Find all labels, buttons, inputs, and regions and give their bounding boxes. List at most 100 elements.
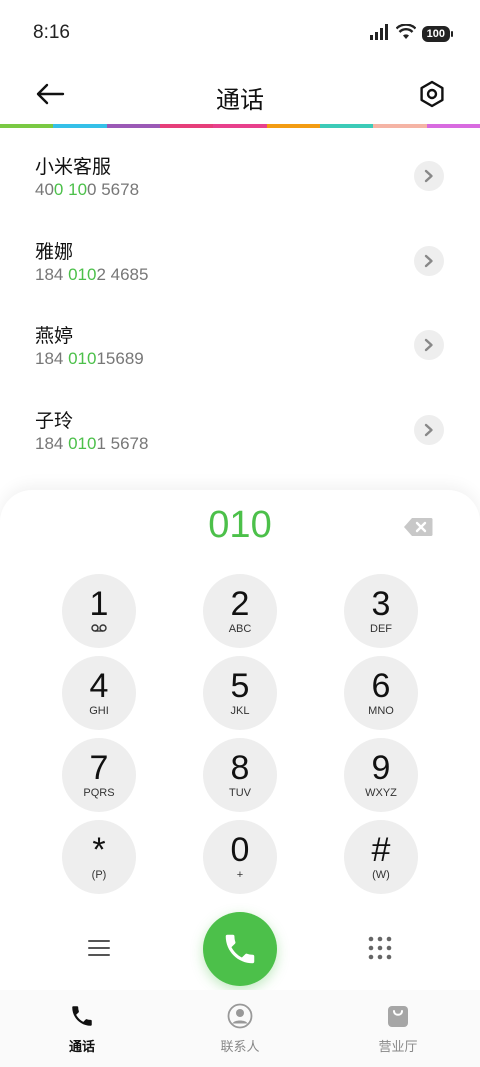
key-digit: * bbox=[92, 830, 106, 869]
contact-detail-button[interactable] bbox=[414, 414, 444, 445]
contact-number: 184 0102 4685 bbox=[35, 265, 148, 285]
number-match-highlight: 010 bbox=[68, 349, 97, 368]
color-strip-segment bbox=[266, 124, 320, 128]
key-digit: 9 bbox=[371, 748, 391, 787]
key-letters: + bbox=[236, 868, 244, 881]
number-segment: 15689 bbox=[96, 349, 144, 368]
tab-service-hall[interactable]: 营业厅 bbox=[348, 1002, 448, 1055]
key-digit: 5 bbox=[230, 666, 250, 705]
key-letters: GHI bbox=[89, 704, 109, 717]
key-letters: JKL bbox=[230, 704, 250, 717]
tab-calls[interactable]: 通话 bbox=[32, 1002, 132, 1055]
chevron-right-icon bbox=[424, 423, 433, 436]
color-strip-segment bbox=[319, 124, 374, 128]
tab-label: 联系人 bbox=[220, 1040, 260, 1055]
color-strip-segment bbox=[53, 124, 107, 128]
backspace-button[interactable] bbox=[400, 514, 436, 540]
key-letters: (W) bbox=[372, 868, 390, 881]
phone-icon bbox=[225, 934, 255, 964]
wifi-icon bbox=[395, 23, 416, 44]
contact-icon bbox=[226, 1002, 254, 1030]
results-list: 小米客服 400 100 5678 雅娜 184 0102 4685 燕婷 184 010… bbox=[0, 132, 480, 470]
page-title: 通话 bbox=[216, 86, 264, 114]
dial-key-4[interactable]: 4 GHI bbox=[62, 656, 136, 730]
contact-name: 燕婷 bbox=[35, 325, 74, 347]
dial-key-0[interactable]: 0 + bbox=[203, 820, 277, 894]
shopping-bag-icon bbox=[384, 1002, 412, 1030]
key-letters: MNO bbox=[368, 704, 394, 717]
key-letters: WXYZ bbox=[365, 786, 397, 799]
color-strip-segment bbox=[0, 124, 54, 128]
contact-detail-button[interactable] bbox=[414, 330, 444, 360]
keypad-toggle-button[interactable] bbox=[366, 934, 394, 962]
phone-icon bbox=[68, 1002, 96, 1030]
dialpad-grid-icon bbox=[368, 936, 392, 960]
contact-number: 184 0101 5678 bbox=[35, 434, 148, 454]
signal-icon bbox=[369, 24, 390, 44]
number-segment: 1 5678 bbox=[96, 433, 149, 453]
dialpad-actions bbox=[0, 910, 480, 986]
contact-detail-button[interactable] bbox=[414, 161, 444, 191]
key-letters: TUV bbox=[229, 786, 251, 799]
number-segment: 184 bbox=[35, 264, 69, 284]
voicemail-icon bbox=[91, 623, 107, 636]
tab-label: 营业厅 bbox=[378, 1040, 418, 1055]
contact-result-item[interactable]: 子玲 184 0101 5678 bbox=[0, 386, 480, 471]
dial-key-5[interactable]: 5 JKL bbox=[203, 656, 277, 730]
key-digit: 6 bbox=[371, 666, 391, 705]
dial-key-1[interactable]: 1 bbox=[62, 574, 136, 648]
color-strip-segment bbox=[213, 124, 267, 128]
key-letters: PQRS bbox=[83, 786, 115, 799]
status-icons: 100 bbox=[369, 23, 454, 44]
number-match-highlight: 10 bbox=[68, 180, 88, 199]
number-segment: 0 5678 bbox=[87, 180, 140, 199]
contact-name: 子玲 bbox=[35, 409, 74, 432]
battery-indicator: 100 bbox=[421, 26, 454, 42]
key-letters: ABC bbox=[228, 622, 252, 635]
key-letters: DEF bbox=[370, 622, 392, 635]
tab-label: 通话 bbox=[68, 1040, 95, 1055]
chevron-right-icon bbox=[424, 254, 433, 267]
menu-button[interactable] bbox=[84, 936, 114, 960]
number-match-highlight: 010 bbox=[68, 264, 97, 284]
contact-detail-button[interactable] bbox=[414, 245, 444, 276]
contact-name: 小米客服 bbox=[35, 156, 112, 178]
dial-key-3[interactable]: 3 DEF bbox=[344, 574, 418, 648]
chevron-right-icon bbox=[424, 338, 433, 352]
call-button[interactable] bbox=[203, 912, 277, 986]
key-digit: # bbox=[371, 830, 391, 869]
key-letters: (P) bbox=[91, 868, 107, 881]
contact-result-item[interactable]: 雅娜 184 0102 4685 bbox=[0, 217, 480, 302]
key-digit: 2 bbox=[230, 584, 250, 623]
dial-key-star[interactable]: * (P) bbox=[62, 820, 136, 894]
key-digit: 8 bbox=[230, 748, 250, 787]
tab-contacts[interactable]: 联系人 bbox=[190, 1002, 290, 1055]
contact-result-item[interactable]: 小米客服 400 100 5678 bbox=[0, 132, 480, 217]
dialpad-panel: 010 1 2 ABC 3 DEF 4 GHI 5 JKL 6 MNO 7 PQRS 8 TUV 9 WXYZ *… bbox=[0, 490, 480, 990]
menu-icon bbox=[88, 940, 110, 956]
contact-result-item[interactable]: 燕婷 184 01015689 bbox=[0, 301, 480, 386]
settings-icon bbox=[420, 80, 444, 108]
color-strip-segment bbox=[373, 124, 427, 128]
number-segment: 2 4685 bbox=[96, 264, 149, 284]
settings-button[interactable] bbox=[416, 78, 448, 110]
key-digit: 0 bbox=[230, 830, 250, 869]
number-match-highlight: 010 bbox=[68, 433, 97, 453]
dial-key-7[interactable]: 7 PQRS bbox=[62, 738, 136, 812]
header: 通话 bbox=[0, 64, 480, 124]
color-strip-segment bbox=[426, 124, 480, 128]
dial-key-9[interactable]: 9 WXYZ bbox=[344, 738, 418, 812]
number-segment: 184 bbox=[35, 349, 69, 368]
backspace-icon bbox=[404, 518, 433, 536]
number-match-highlight: 0 bbox=[53, 180, 64, 199]
contact-name: 雅娜 bbox=[35, 240, 74, 263]
contact-number: 400 100 5678 bbox=[35, 180, 139, 200]
dial-key-2[interactable]: 2 ABC bbox=[203, 574, 277, 648]
dial-key-6[interactable]: 6 MNO bbox=[344, 656, 418, 730]
chevron-right-icon bbox=[424, 169, 433, 183]
color-strip-segment bbox=[159, 124, 214, 128]
number-segment: 184 bbox=[35, 433, 69, 453]
dial-key-hash[interactable]: # (W) bbox=[344, 820, 418, 894]
color-strip bbox=[0, 124, 480, 128]
dial-key-8[interactable]: 8 TUV bbox=[203, 738, 277, 812]
